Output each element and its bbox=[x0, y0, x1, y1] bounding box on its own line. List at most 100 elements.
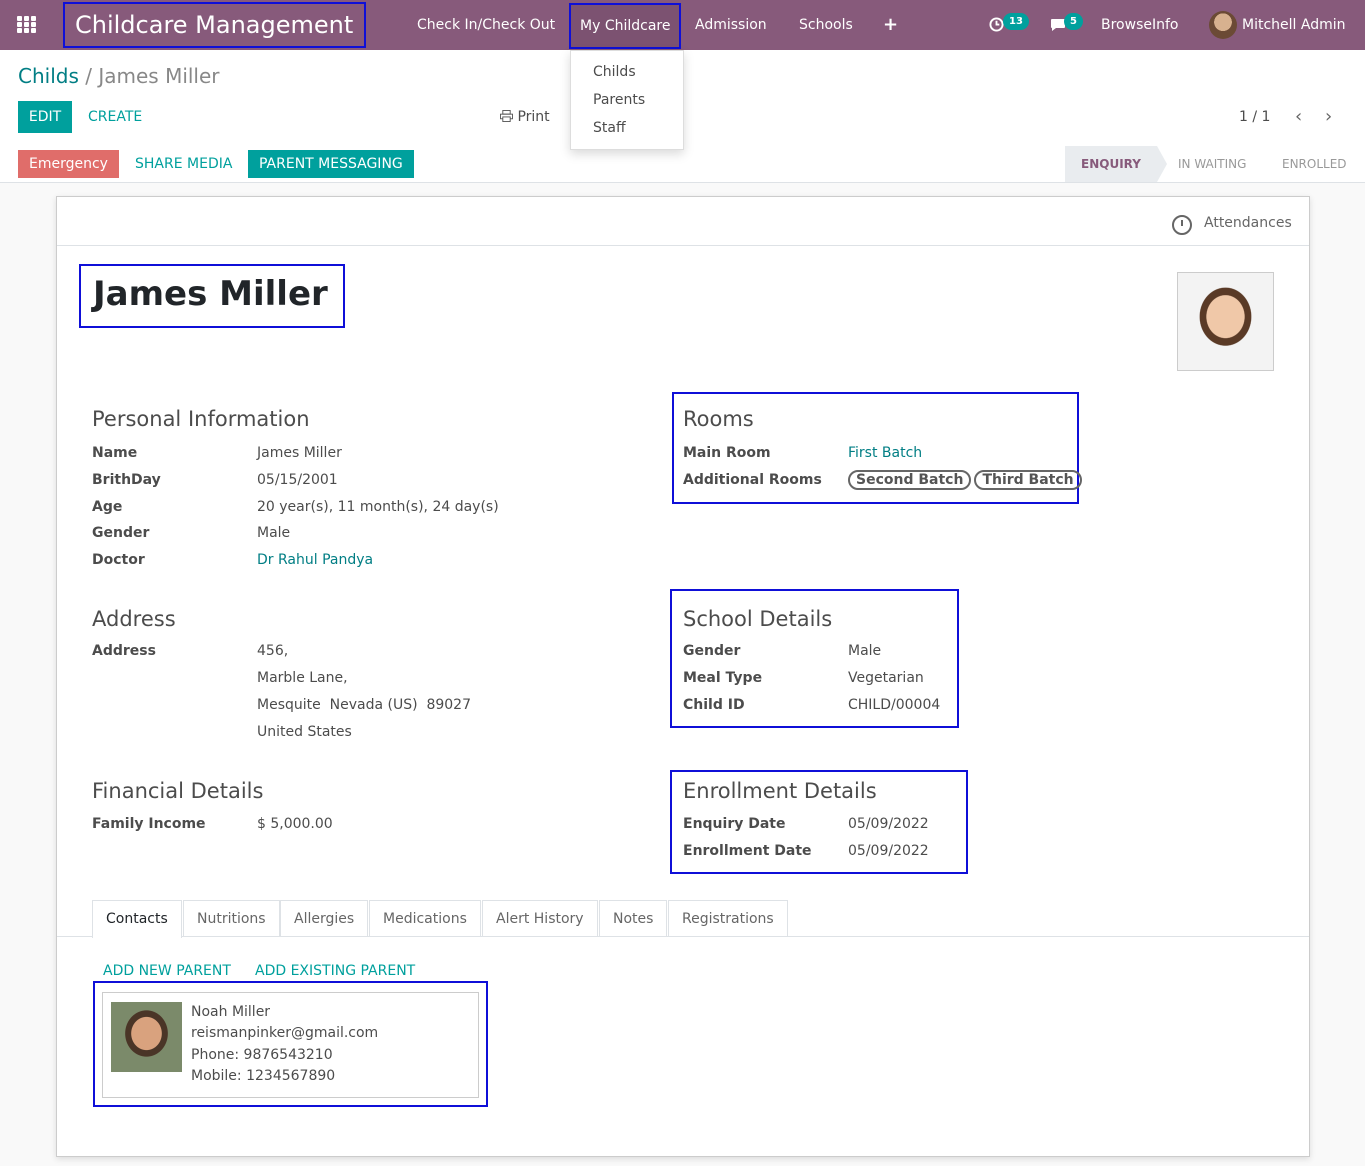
parent-name: Noah Miller bbox=[191, 1004, 271, 1020]
rooms-title: Rooms bbox=[683, 407, 754, 431]
user-menu[interactable]: Mitchell Admin bbox=[1242, 0, 1346, 50]
gender-label: Gender bbox=[92, 525, 150, 541]
emergency-button[interactable]: Emergency bbox=[18, 150, 119, 178]
share-media-button[interactable]: SHARE MEDIA bbox=[124, 150, 243, 178]
tab-notes[interactable]: Notes bbox=[599, 900, 668, 937]
parent-card-box: Noah Miller reismanpinker@gmail.com Phon… bbox=[93, 981, 488, 1107]
birthday-value: 05/15/2001 bbox=[257, 472, 338, 488]
breadcrumb: Childs / James Miller bbox=[18, 64, 220, 88]
record-title-box: James Miller bbox=[79, 264, 345, 328]
child-id-value: CHILD/00004 bbox=[848, 697, 941, 713]
activity-count-badge: 13 bbox=[1003, 13, 1029, 30]
add-new-parent-button[interactable]: ADD NEW PARENT bbox=[103, 963, 231, 979]
child-id-label: Child ID bbox=[683, 697, 745, 713]
additional-rooms-tags: Second Batch Third Batch bbox=[848, 470, 1085, 490]
school-gender-value: Male bbox=[848, 643, 882, 659]
app-title[interactable]: Childcare Management bbox=[63, 2, 366, 48]
breadcrumb-separator: / bbox=[85, 64, 92, 88]
address-label: Address bbox=[92, 643, 156, 659]
school-details-title: School Details bbox=[683, 607, 833, 631]
print-button[interactable]: Print bbox=[500, 101, 550, 133]
pager-next-icon[interactable]: › bbox=[1325, 101, 1332, 133]
child-photo[interactable] bbox=[1177, 272, 1274, 371]
print-icon bbox=[500, 110, 513, 122]
enrollment-date-value: 05/09/2022 bbox=[848, 843, 929, 859]
status-enquiry[interactable]: ENQUIRY bbox=[1065, 146, 1157, 182]
enrollment-date-label: Enrollment Date bbox=[683, 843, 812, 859]
dropdown-item-parents[interactable]: Parents bbox=[593, 92, 645, 108]
attendances-button[interactable]: Attendances bbox=[1204, 197, 1292, 249]
parent-avatar bbox=[111, 1002, 182, 1072]
room-tag[interactable]: Third Batch bbox=[974, 470, 1082, 490]
parent-mobile: Mobile: 1234567890 bbox=[191, 1068, 336, 1084]
top-navbar: Childcare Management Check In/Check Out … bbox=[0, 0, 1365, 50]
breadcrumb-current: James Miller bbox=[98, 64, 220, 88]
apps-menu-icon[interactable] bbox=[17, 16, 37, 34]
tab-alert-history[interactable]: Alert History bbox=[482, 900, 598, 937]
main-room-label: Main Room bbox=[683, 445, 771, 461]
dropdown-item-childs[interactable]: Childs bbox=[593, 64, 636, 80]
gender-value: Male bbox=[257, 525, 291, 541]
message-count-badge: 5 bbox=[1064, 13, 1083, 30]
address-line: Mesquite Nevada (US) 89027 bbox=[257, 697, 471, 713]
activity-menu[interactable]: 13 bbox=[986, 0, 1030, 50]
family-income-label: Family Income bbox=[92, 816, 206, 832]
status-enrolled[interactable]: ENROLLED bbox=[1282, 146, 1347, 182]
doctor-label: Doctor bbox=[92, 552, 145, 568]
parent-email[interactable]: reismanpinker@gmail.com bbox=[191, 1025, 378, 1041]
enquiry-date-value: 05/09/2022 bbox=[848, 816, 929, 832]
form-sheet: Attendances James Miller Personal Inform… bbox=[56, 196, 1310, 1157]
plus-icon[interactable]: + bbox=[883, 0, 898, 50]
parent-messaging-button[interactable]: PARENT MESSAGING bbox=[248, 150, 414, 178]
address-line: Marble Lane, bbox=[257, 670, 348, 686]
age-value: 20 year(s), 11 month(s), 24 day(s) bbox=[257, 499, 499, 515]
pager-previous-icon[interactable]: ‹ bbox=[1295, 101, 1302, 133]
family-income-value: $ 5,000.00 bbox=[257, 816, 333, 832]
birthday-label: BrithDay bbox=[92, 472, 161, 488]
print-label: Print bbox=[517, 109, 550, 125]
tab-allergies[interactable]: Allergies bbox=[280, 900, 369, 937]
menu-my-childcare[interactable]: My Childcare bbox=[569, 3, 682, 49]
meal-type-label: Meal Type bbox=[683, 670, 763, 686]
create-button[interactable]: CREATE bbox=[88, 101, 142, 133]
address-line: United States bbox=[257, 724, 352, 740]
clock-icon bbox=[1172, 215, 1192, 235]
main-room-link[interactable]: First Batch bbox=[848, 445, 922, 461]
age-label: Age bbox=[92, 499, 123, 515]
smart-button-row: Attendances bbox=[57, 197, 1309, 246]
tab-contacts[interactable]: Contacts bbox=[92, 900, 182, 938]
additional-rooms-label: Additional Rooms bbox=[683, 472, 822, 488]
my-childcare-dropdown: Childs Parents Staff bbox=[570, 50, 684, 150]
address-line: 456, bbox=[257, 643, 289, 659]
company-switcher[interactable]: BrowseInfo bbox=[1101, 0, 1178, 50]
menu-schools[interactable]: Schools bbox=[799, 0, 853, 50]
record-title: James Miller bbox=[93, 274, 328, 314]
menu-check-in-out[interactable]: Check In/Check Out bbox=[417, 0, 555, 50]
enrollment-title: Enrollment Details bbox=[683, 779, 877, 803]
personal-info-title: Personal Information bbox=[92, 407, 310, 431]
doctor-link[interactable]: Dr Rahul Pandya bbox=[257, 552, 373, 568]
tab-registrations[interactable]: Registrations bbox=[668, 900, 788, 937]
name-label: Name bbox=[92, 445, 138, 461]
dropdown-item-staff[interactable]: Staff bbox=[593, 120, 626, 136]
notebook-tabs: Contacts Nutritions Allergies Medication… bbox=[57, 900, 1309, 938]
parent-phone: Phone: 9876543210 bbox=[191, 1047, 333, 1063]
school-gender-label: Gender bbox=[683, 643, 741, 659]
pager-value[interactable]: 1 / 1 bbox=[1239, 101, 1270, 133]
financial-title: Financial Details bbox=[92, 779, 264, 803]
enquiry-date-label: Enquiry Date bbox=[683, 816, 786, 832]
menu-admission[interactable]: Admission bbox=[695, 0, 767, 50]
address-title: Address bbox=[92, 607, 176, 631]
parent-card[interactable]: Noah Miller reismanpinker@gmail.com Phon… bbox=[102, 992, 479, 1098]
name-value: James Miller bbox=[257, 445, 342, 461]
status-arrow bbox=[1157, 146, 1167, 182]
room-tag[interactable]: Second Batch bbox=[848, 470, 972, 490]
edit-button[interactable]: EDIT bbox=[18, 101, 72, 133]
add-existing-parent-button[interactable]: ADD EXISTING PARENT bbox=[255, 963, 415, 979]
breadcrumb-childs[interactable]: Childs bbox=[18, 64, 79, 88]
messaging-menu[interactable]: 5 bbox=[1048, 0, 1088, 50]
user-avatar[interactable] bbox=[1209, 11, 1237, 39]
tab-nutritions[interactable]: Nutritions bbox=[183, 900, 280, 937]
tab-medications[interactable]: Medications bbox=[369, 900, 481, 937]
status-in-waiting[interactable]: IN WAITING bbox=[1178, 146, 1246, 182]
